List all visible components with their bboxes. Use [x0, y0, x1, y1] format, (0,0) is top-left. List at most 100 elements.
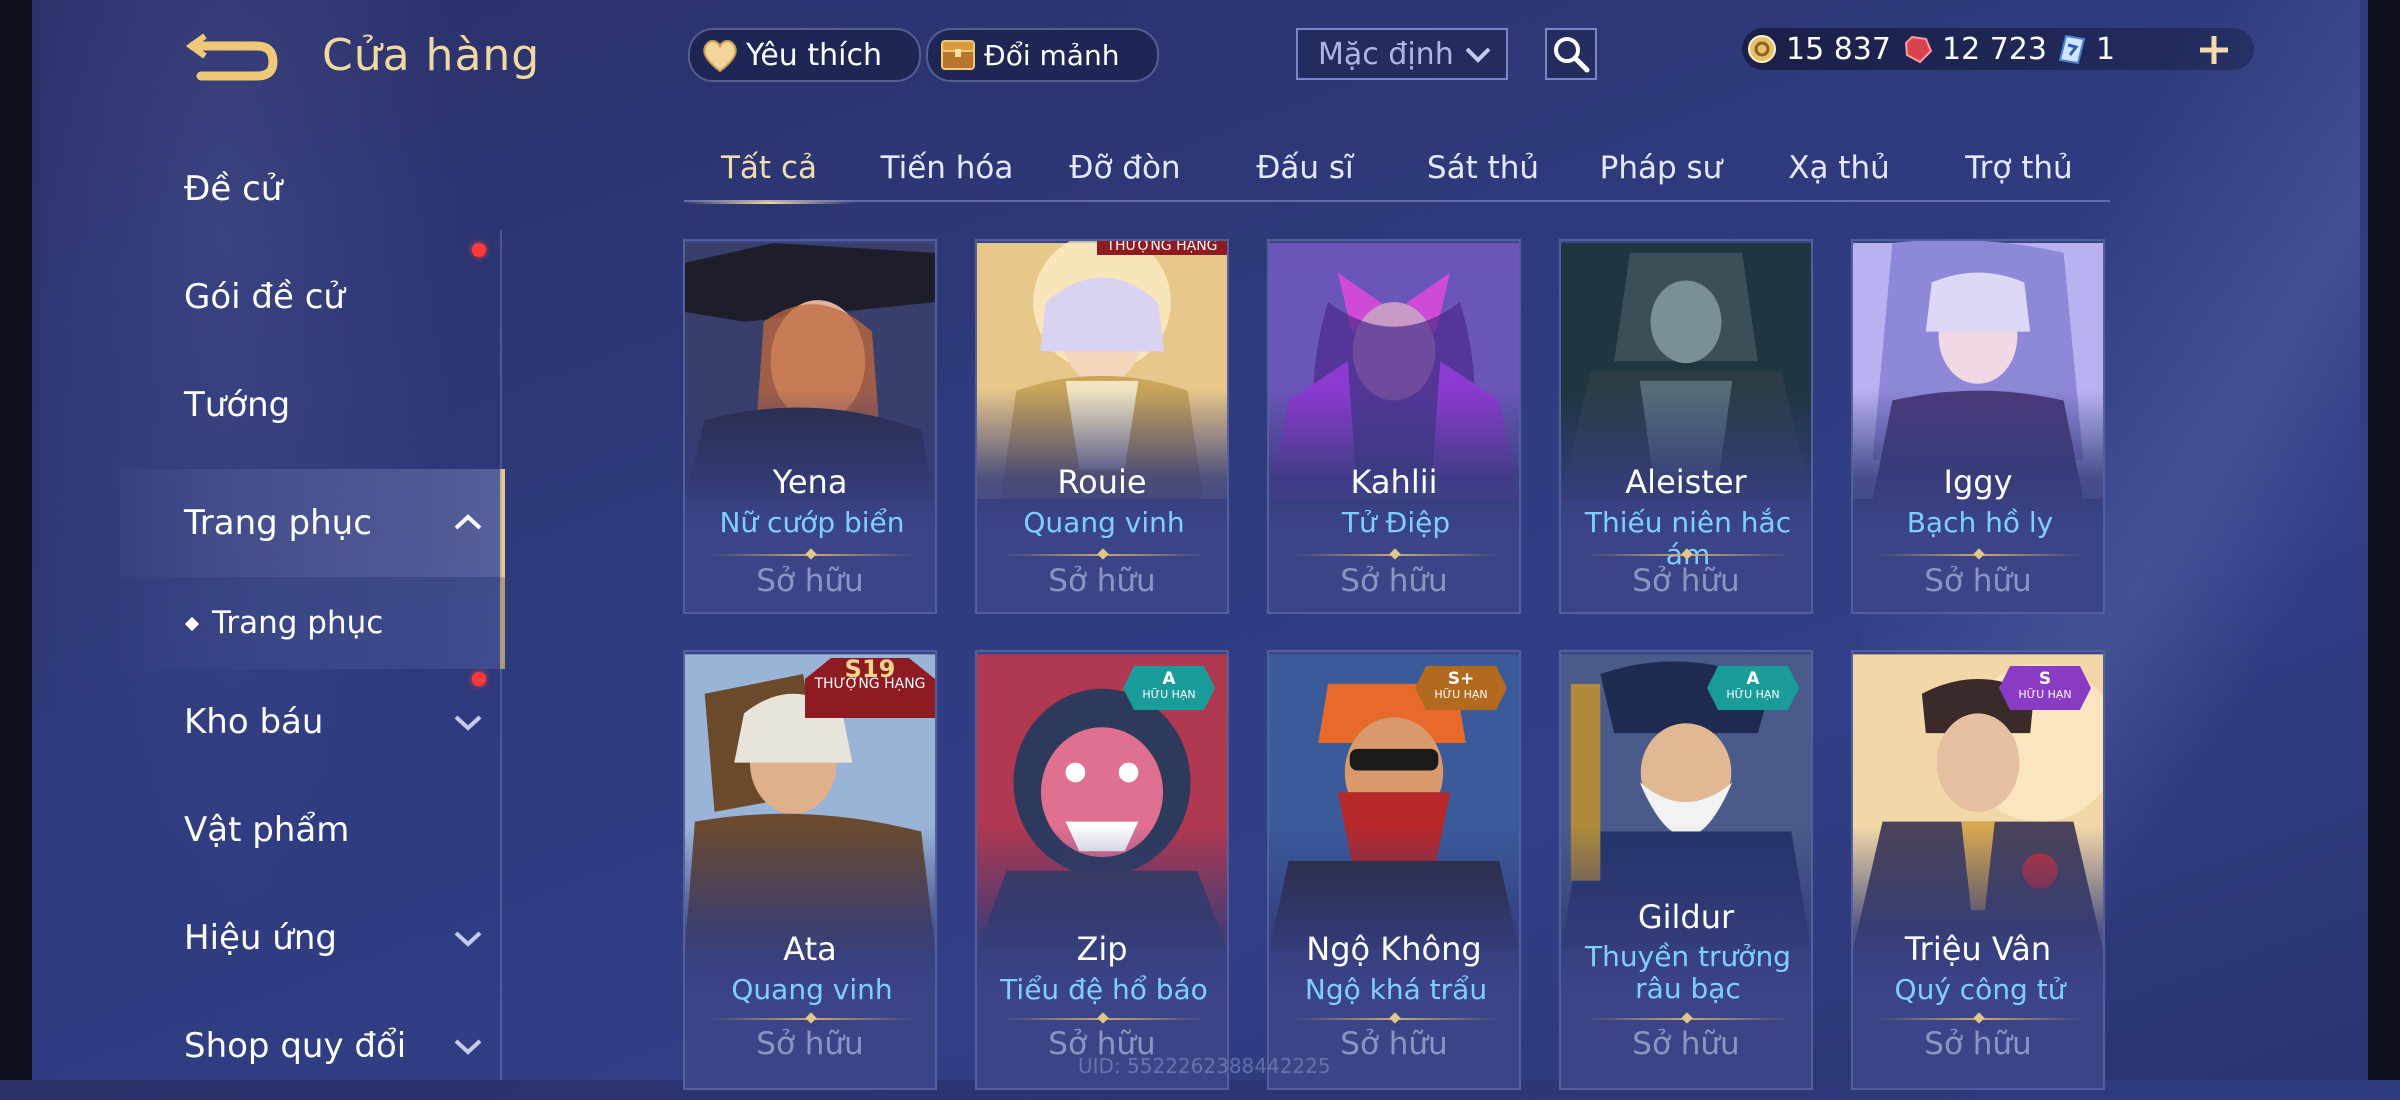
skin-name: Ngộ khá trẩu	[1304, 973, 1488, 1006]
page-title: Cửa hàng	[322, 30, 541, 81]
sidebar-item-items[interactable]: Vật phẩm	[120, 776, 505, 884]
owned-status: Sở hữu	[1632, 563, 1740, 599]
tier-badge: A HỮU HẠN	[1707, 666, 1799, 710]
sidebar-item-recommended-bundles[interactable]: Gói đề cử	[120, 243, 505, 351]
skin-name: Bạch hồ ly	[1906, 506, 2054, 539]
tier-sub-label: HỮU HẠN	[2018, 688, 2072, 701]
sidebar-item-label: Hiệu ứng	[184, 918, 337, 958]
sidebar-item-effects[interactable]: Hiệu ứng	[120, 884, 505, 992]
skin-card-ngo-khong[interactable]: S+ HỮU HẠN Ngộ Không Ngộ khá trẩu Sở hữu	[1267, 650, 1521, 1090]
tier-sub-label: HỮU HẠN	[1142, 688, 1196, 701]
skin-name: Thiếu niên hắc ám	[1584, 506, 1792, 571]
skin-card-ata[interactable]: S19 THƯỢNG HẠNG Ata Quang vinh Sở hữu	[683, 650, 937, 1090]
owned-status: Sở hữu	[1924, 563, 2032, 599]
tier-sub-label: HỮU HẠN	[1726, 688, 1780, 701]
sidebar-subitem-skins[interactable]: Trang phục	[120, 577, 505, 669]
tier-label: A	[1162, 669, 1176, 689]
skin-card-iggy[interactable]: Iggy Bạch hồ ly Sở hữu	[1851, 239, 2105, 614]
sidebar-item-heroes[interactable]: Tướng	[120, 351, 505, 459]
sidebar-subitem-label: Trang phục	[212, 605, 384, 641]
tab-tank[interactable]: Đỡ đòn	[1040, 140, 1210, 202]
owned-status: Sở hữu	[1924, 1026, 2032, 1062]
hero-name: Triệu Vân	[1904, 930, 2052, 968]
hero-name: Ngộ Không	[1306, 930, 1482, 968]
skin-name: Nữ cướp biển	[719, 506, 905, 539]
ruby-gem-icon	[1904, 35, 1933, 64]
sidebar-item-recommended[interactable]: Đề cử	[120, 135, 505, 243]
sidebar: Đề cử Gói đề cử Tướng Trang phục Trang p…	[120, 130, 505, 1080]
skin-card-yena[interactable]: Yena Nữ cướp biển Sở hữu	[683, 239, 937, 614]
hero-name: Rouie	[1057, 463, 1147, 501]
shard-exchange-label: Đổi mảnh	[984, 38, 1120, 72]
skin-card-zip[interactable]: A HỮU HẠN Zip Tiểu đệ hổ báo Sở hữu	[975, 650, 1229, 1090]
ticket-icon	[2058, 34, 2086, 65]
plus-icon	[2200, 36, 2228, 64]
skin-card-kahlii[interactable]: Kahlii Tử Điệp Sở hữu	[1267, 239, 1521, 614]
hero-name: Aleister	[1625, 463, 1747, 501]
heart-icon	[703, 40, 737, 73]
bullet-diamond-icon	[184, 616, 200, 632]
season-label: S19	[844, 655, 896, 683]
gem-amount: 12 723	[1942, 31, 2047, 67]
skin-name: Quang vinh	[731, 973, 893, 1006]
tab-mage[interactable]: Pháp sư	[1576, 140, 1746, 202]
hero-name: Yena	[772, 463, 848, 501]
owned-status: Sở hữu	[1632, 1026, 1740, 1062]
back-arrow-icon	[185, 33, 278, 81]
chevron-up-icon	[454, 514, 482, 530]
shard-exchange-button[interactable]: Đổi mảnh	[926, 28, 1159, 82]
sidebar-item-exchange-shop[interactable]: Shop quy đổi	[120, 992, 505, 1100]
tier-label: S	[2038, 669, 2052, 689]
premium-badge-label: THƯỢNG HẠNG	[814, 676, 926, 692]
gold-amount: 15 837	[1786, 31, 1891, 67]
sidebar-item-treasure[interactable]: Kho báu	[120, 668, 505, 776]
tier-badge: S+ HỮU HẠN	[1415, 666, 1507, 710]
chevron-down-icon	[1465, 47, 1491, 63]
sidebar-item-label: Shop quy đổi	[184, 1026, 407, 1066]
tab-marksman[interactable]: Xạ thủ	[1754, 140, 1924, 202]
skin-name: Tiểu đệ hổ báo	[1000, 973, 1208, 1006]
add-currency-button[interactable]	[2196, 32, 2232, 68]
ticket-amount: 1	[2096, 31, 2116, 67]
sidebar-item-label: Trang phục	[184, 503, 372, 543]
gold-balance: 15 837	[1746, 28, 1891, 70]
skin-name: Tử Điệp	[1341, 506, 1451, 539]
skin-card-gildur[interactable]: A HỮU HẠN Gildur Thuyền trưởng râu bạc S…	[1559, 650, 1813, 1090]
skin-name: Quý công tử	[1894, 973, 2066, 1006]
tab-fighter[interactable]: Đấu sĩ	[1220, 140, 1390, 202]
screen-edge-right	[2368, 0, 2400, 1080]
screen-edge-left	[0, 0, 32, 1080]
notification-dot	[472, 243, 486, 257]
owned-status: Sở hữu	[1340, 563, 1448, 599]
search-icon	[1554, 37, 1590, 73]
sidebar-item-label: Gói đề cử	[184, 277, 345, 317]
sidebar-item-skins[interactable]: Trang phục	[120, 469, 505, 577]
hero-name: Gildur	[1637, 898, 1735, 936]
skin-card-aleister[interactable]: Aleister Thiếu niên hắc ám Sở hữu	[1559, 239, 1813, 614]
owned-status: Sở hữu	[1048, 563, 1156, 599]
tab-support[interactable]: Trợ thủ	[1934, 140, 2104, 202]
skin-card-rouie[interactable]: THƯỢNG HẠNG Rouie Quang vinh Sở hữu	[975, 239, 1229, 614]
hero-name: Zip	[1076, 930, 1128, 968]
premium-badge: THƯỢNG HẠNG	[1097, 241, 1227, 255]
skin-card-trieu-van[interactable]: S HỮU HẠN Triệu Vân Quý công tử Sở hữu	[1851, 650, 2105, 1090]
tier-badge: S HỮU HẠN	[1999, 666, 2091, 710]
sort-dropdown[interactable]: Mặc định	[1296, 28, 1508, 80]
premium-badge: S19 THƯỢNG HẠNG	[805, 658, 935, 718]
favorite-label: Yêu thích	[746, 37, 882, 73]
notification-dot	[472, 672, 486, 686]
tab-assassin[interactable]: Sát thủ	[1398, 140, 1568, 202]
favorite-button[interactable]: Yêu thích	[688, 28, 921, 82]
owned-status: Sở hữu	[756, 563, 864, 599]
chevron-down-icon	[454, 1039, 482, 1055]
sidebar-item-label: Tướng	[184, 385, 291, 425]
sidebar-item-label: Kho báu	[184, 702, 324, 742]
back-button[interactable]	[185, 30, 280, 90]
sidebar-item-label: Đề cử	[184, 169, 283, 209]
search-button[interactable]	[1545, 28, 1597, 80]
tab-evolution[interactable]: Tiến hóa	[862, 140, 1032, 202]
tier-badge: A HỮU HẠN	[1123, 666, 1215, 710]
user-id-watermark: UID: 5522262388442225	[1078, 1054, 1331, 1078]
tab-all[interactable]: Tất cả	[684, 140, 854, 204]
ticket-balance: 1	[2056, 28, 2115, 70]
